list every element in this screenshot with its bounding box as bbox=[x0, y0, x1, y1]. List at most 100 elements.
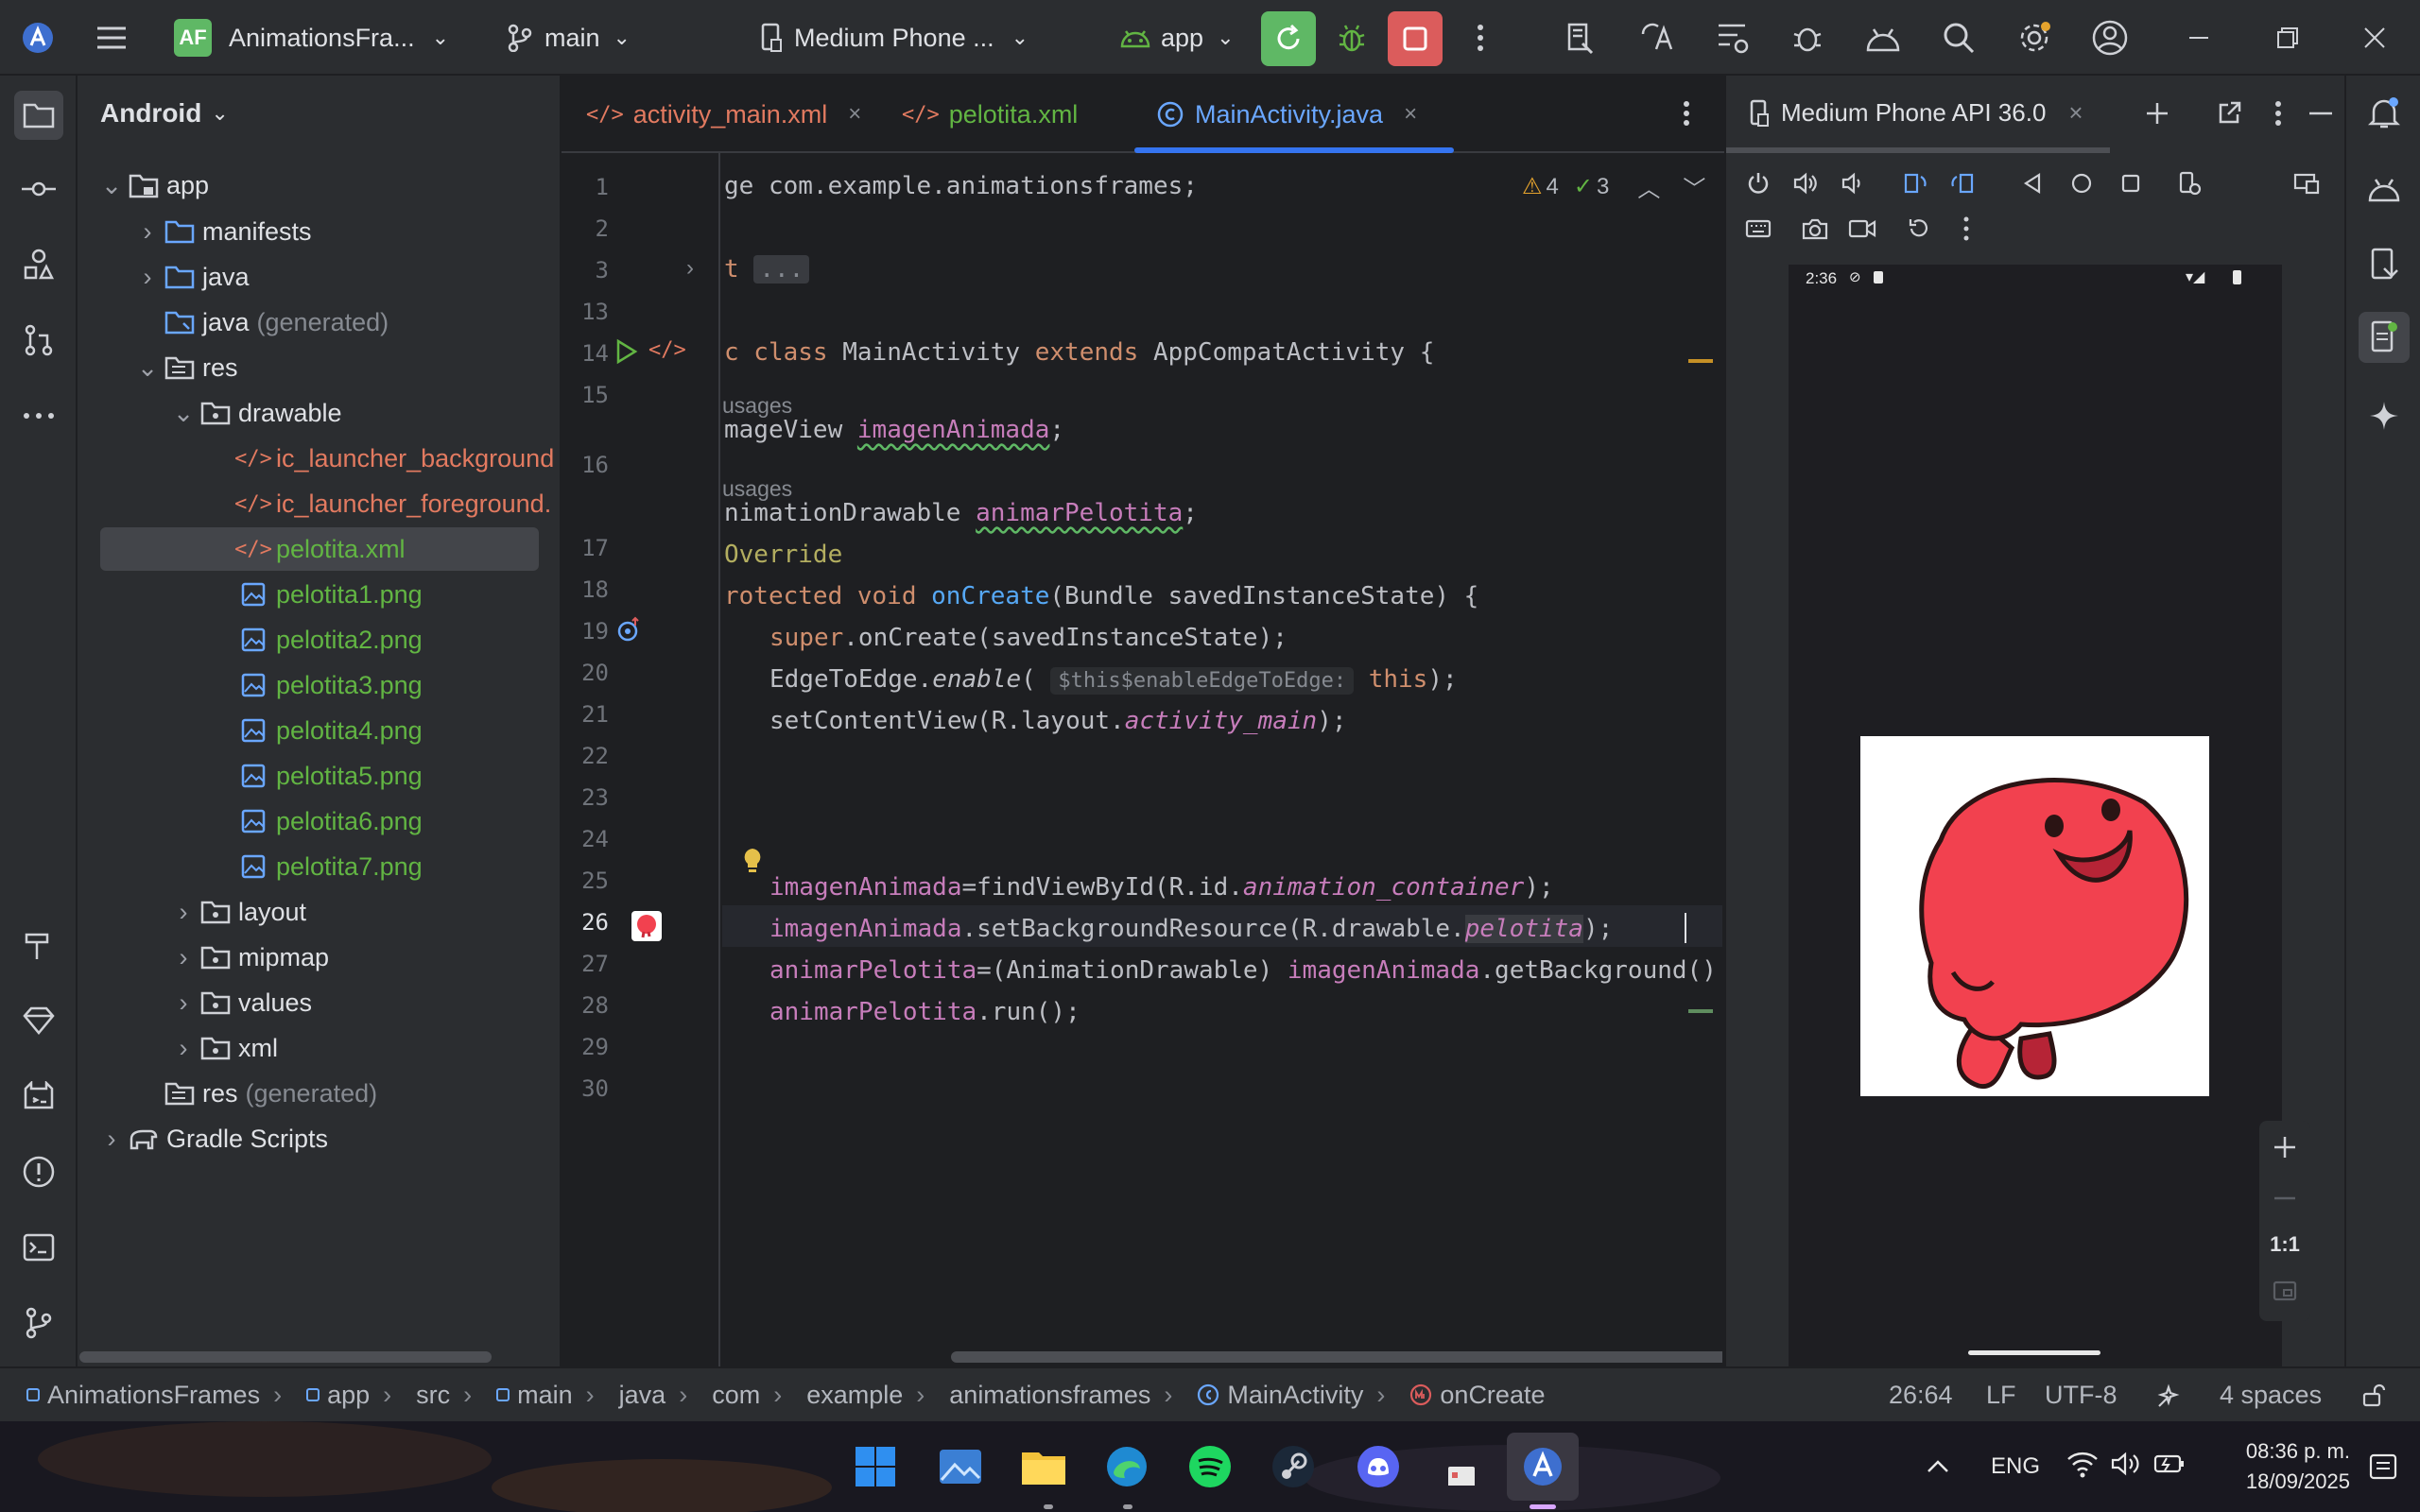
project-folder-icon[interactable] bbox=[14, 91, 63, 140]
breadcrumb-method[interactable]: onCreate bbox=[1409, 1381, 1545, 1410]
power-icon[interactable] bbox=[1739, 164, 1777, 202]
apply-changes-button[interactable] bbox=[1261, 11, 1316, 66]
gesture-nav-bar[interactable] bbox=[1968, 1350, 2100, 1355]
caret-position[interactable]: 26:64 bbox=[1889, 1381, 1953, 1410]
android-studio-taskbar-icon[interactable] bbox=[1507, 1433, 1579, 1501]
tree-item-pelotita7[interactable]: pelotita7.png bbox=[236, 845, 423, 888]
tab-activity-main-xml[interactable]: </> activity_main.xml × bbox=[586, 76, 861, 153]
breadcrumb-src[interactable]: src › bbox=[416, 1381, 485, 1410]
breadcrumb-com[interactable]: com › bbox=[712, 1381, 795, 1410]
search-icon[interactable] bbox=[1936, 15, 1981, 60]
hide-panel-icon[interactable] bbox=[2307, 91, 2335, 136]
main-menu-icon[interactable] bbox=[89, 15, 134, 60]
zoom-out-icon[interactable] bbox=[2266, 1179, 2304, 1217]
fold-chevron-icon[interactable]: › bbox=[686, 255, 694, 282]
close-tab-icon[interactable]: × bbox=[2068, 98, 2083, 128]
chevron-right-icon[interactable]: › bbox=[168, 988, 199, 1018]
debug-button[interactable] bbox=[1329, 15, 1374, 60]
more-emulator-actions-icon[interactable] bbox=[1947, 210, 1985, 248]
scroll-marker-warning[interactable] bbox=[1688, 359, 1713, 363]
tree-item-values[interactable]: › values bbox=[168, 981, 313, 1024]
tab-options-icon[interactable] bbox=[1664, 91, 1709, 136]
device-settings-icon[interactable] bbox=[2170, 164, 2208, 202]
emulator-tab[interactable]: Medium Phone API 36.0 × bbox=[1749, 98, 2083, 128]
input-language[interactable]: ENG bbox=[1991, 1453, 2040, 1480]
taskbar-partial-app-icon[interactable] bbox=[1437, 1440, 1490, 1493]
editor-horizontal-scrollbar[interactable] bbox=[951, 1351, 1722, 1363]
battery-charging-icon[interactable] bbox=[2153, 1452, 2186, 1476]
spotify-icon[interactable] bbox=[1184, 1440, 1236, 1493]
usages-hint[interactable]: usages bbox=[722, 476, 792, 502]
tree-item-xml[interactable]: › xml bbox=[168, 1026, 279, 1070]
tree-item-res[interactable]: ⌄ res bbox=[132, 346, 238, 389]
tree-item-drawable[interactable]: ⌄ drawable bbox=[168, 391, 342, 435]
breadcrumb-project[interactable]: AnimationsFrames › bbox=[26, 1381, 295, 1410]
indent-setting[interactable]: 4 spaces bbox=[2220, 1381, 2322, 1410]
run-gutter-icon[interactable] bbox=[614, 338, 639, 365]
line-ending[interactable]: LF bbox=[1986, 1381, 2016, 1410]
usages-hint[interactable]: usages bbox=[722, 393, 792, 419]
breadcrumb-example[interactable]: example › bbox=[806, 1381, 938, 1410]
tree-item-layout[interactable]: › layout bbox=[168, 890, 307, 934]
file-encoding[interactable]: UTF-8 bbox=[2045, 1381, 2118, 1410]
ai-assist-icon[interactable] bbox=[2155, 1383, 2182, 1410]
close-window-icon[interactable] bbox=[2352, 15, 2397, 60]
build-hammer-icon[interactable] bbox=[16, 922, 61, 968]
breadcrumb-class[interactable]: MainActivity › bbox=[1197, 1381, 1398, 1410]
tree-item-pelotita5[interactable]: pelotita5.png bbox=[236, 754, 423, 798]
tree-item-ic-launcher-foreground[interactable]: </> ic_launcher_foreground. bbox=[234, 482, 551, 525]
add-device-icon[interactable] bbox=[2135, 91, 2180, 136]
more-tool-windows-icon[interactable] bbox=[16, 393, 61, 438]
tree-item-pelotita-xml[interactable]: </> pelotita.xml bbox=[100, 527, 539, 571]
tree-item-pelotita1[interactable]: pelotita1.png bbox=[236, 573, 423, 616]
logcat-icon[interactable] bbox=[16, 1074, 61, 1119]
chevron-right-icon[interactable]: › bbox=[132, 217, 163, 247]
restore-window-icon[interactable] bbox=[2265, 15, 2310, 60]
snapshot-restore-icon[interactable] bbox=[1900, 210, 1938, 248]
screen-record-icon[interactable] bbox=[1843, 210, 1881, 248]
tree-item-app[interactable]: ⌄ app bbox=[96, 163, 209, 207]
volume-icon[interactable] bbox=[2110, 1450, 2142, 1478]
chevron-right-icon[interactable]: › bbox=[96, 1125, 127, 1154]
resource-manager-icon[interactable] bbox=[16, 242, 61, 287]
device-manager-icon[interactable] bbox=[1860, 15, 1906, 60]
tab-main-activity-java[interactable]: MainActivity.java × bbox=[1157, 76, 1417, 153]
chevron-down-icon[interactable]: ⌄ bbox=[168, 399, 199, 428]
pull-requests-icon[interactable] bbox=[16, 318, 61, 363]
account-avatar-icon[interactable] bbox=[2087, 15, 2133, 60]
minimize-window-icon[interactable] bbox=[2176, 15, 2221, 60]
overview-icon[interactable] bbox=[2112, 164, 2150, 202]
branch-selector[interactable]: main ⌄ bbox=[507, 0, 631, 76]
show-hidden-icons-chevron-up-icon[interactable] bbox=[1915, 1444, 1961, 1489]
tree-item-mipmap[interactable]: › mipmap bbox=[168, 936, 330, 979]
settings-gear-icon[interactable] bbox=[2012, 15, 2057, 60]
keyboard-icon[interactable] bbox=[1739, 210, 1777, 248]
discord-icon[interactable] bbox=[1352, 1440, 1405, 1493]
screenshot-camera-icon[interactable] bbox=[1796, 210, 1834, 248]
chevron-down-icon[interactable]: ﹀ bbox=[1683, 170, 1705, 203]
tree-item-pelotita6[interactable]: pelotita6.png bbox=[236, 799, 423, 843]
volume-down-icon[interactable] bbox=[1834, 164, 1872, 202]
project-view-selector[interactable]: Android ⌄ bbox=[100, 98, 229, 129]
zoom-actual-size-button[interactable]: 1:1 bbox=[2259, 1232, 2310, 1257]
breadcrumb-main[interactable]: main › bbox=[496, 1381, 608, 1410]
project-selector[interactable]: AF AnimationsFra... ⌄ bbox=[174, 0, 449, 76]
lock-icon[interactable] bbox=[2361, 1383, 2386, 1408]
override-gutter-icon[interactable] bbox=[616, 616, 643, 643]
zoom-fit-icon[interactable] bbox=[2266, 1272, 2304, 1310]
rotate-right-icon[interactable] bbox=[1944, 164, 1981, 202]
emulator-screen[interactable]: 2:36 ⊘ ▾◢ bbox=[1789, 265, 2282, 1366]
file-explorer-icon[interactable] bbox=[1017, 1440, 1070, 1493]
inspection-widget[interactable]: ⚠ 4 ✓ 3 ︿ ﹀ bbox=[1522, 170, 1705, 203]
chevron-right-icon[interactable]: › bbox=[168, 898, 199, 927]
tree-item-pelotita4[interactable]: pelotita4.png bbox=[236, 709, 423, 752]
code-area[interactable]: ge com.example.animationsframes; ⚠ 4 ✓ 3… bbox=[722, 153, 1722, 1366]
scroll-marker-change[interactable] bbox=[1688, 1009, 1713, 1013]
back-icon[interactable] bbox=[2014, 164, 2051, 202]
close-tab-icon[interactable]: × bbox=[1404, 101, 1417, 128]
terminal-icon[interactable] bbox=[16, 1225, 61, 1270]
stop-button[interactable] bbox=[1388, 11, 1443, 66]
chevron-right-icon[interactable]: › bbox=[132, 263, 163, 292]
device-mirroring-icon[interactable] bbox=[2288, 164, 2325, 202]
build-variant-icon[interactable] bbox=[1558, 15, 1603, 60]
